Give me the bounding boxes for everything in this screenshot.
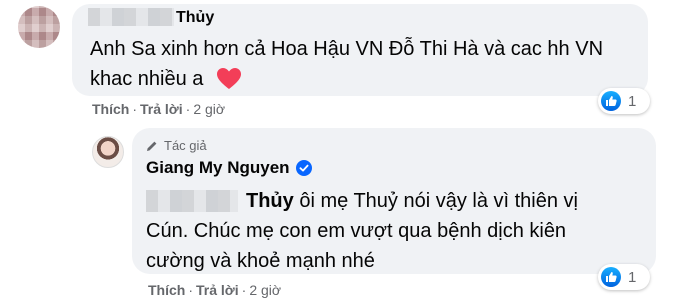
- commenter-avatar[interactable]: [18, 6, 60, 48]
- mention-tag[interactable]: Thủy: [246, 190, 294, 212]
- red-heart-icon: [217, 68, 241, 89]
- verified-badge-icon: [295, 160, 312, 176]
- author-tag: Tác giả: [146, 138, 207, 153]
- commenter-name[interactable]: Thủy: [176, 9, 214, 27]
- reaction-summary[interactable]: 1: [598, 88, 650, 114]
- author-name-text[interactable]: Giang My Nguyen: [146, 158, 290, 178]
- comment-text-line: Anh Sa xinh hơn cả Hoa Hậu VN Đỗ Thi Hà …: [90, 38, 604, 60]
- meta-separator: ·: [188, 282, 194, 298]
- like-icon: [601, 91, 621, 111]
- reply-link[interactable]: Trả lời: [196, 282, 239, 298]
- author-tag-label: Tác giả: [164, 138, 207, 153]
- reply-time[interactable]: 2 giờ: [249, 282, 281, 298]
- author-avatar[interactable]: [92, 136, 124, 168]
- pen-icon: [147, 141, 157, 151]
- reply-link[interactable]: Trả lời: [140, 101, 183, 117]
- meta-separator: ·: [185, 101, 191, 117]
- comment-time[interactable]: 2 giờ: [193, 101, 225, 117]
- like-link[interactable]: Thích: [148, 282, 185, 298]
- like-link[interactable]: Thích: [92, 101, 129, 117]
- comment-text-line: khac nhiều a: [90, 68, 204, 90]
- reaction-summary[interactable]: 1: [598, 264, 650, 290]
- reaction-count: 1: [628, 268, 637, 286]
- reply-meta: Thích · Trả lời · 2 giờ: [148, 282, 281, 298]
- reply-text-line: cường và khoẻ mạnh nhé: [146, 250, 375, 272]
- reply-text-line: Thủy ôi mẹ Thuỷ nói vậy là vì thiên vị: [246, 186, 578, 216]
- comment-meta: Thích · Trả lời · 2 giờ: [92, 101, 225, 117]
- meta-separator: ·: [241, 282, 247, 298]
- reply-author-name[interactable]: Giang My Nguyen: [146, 158, 312, 178]
- meta-separator: ·: [132, 101, 138, 117]
- blurred-name: [88, 8, 174, 26]
- reaction-count: 1: [628, 92, 637, 110]
- reply-text-line: Cún. Chúc mẹ con em vượt qua bệnh dịch k…: [146, 220, 567, 242]
- like-icon: [601, 267, 621, 287]
- reply-text-first: ôi mẹ Thuỷ nói vậy là vì thiên vị: [299, 190, 578, 212]
- blurred-mention: [146, 190, 238, 212]
